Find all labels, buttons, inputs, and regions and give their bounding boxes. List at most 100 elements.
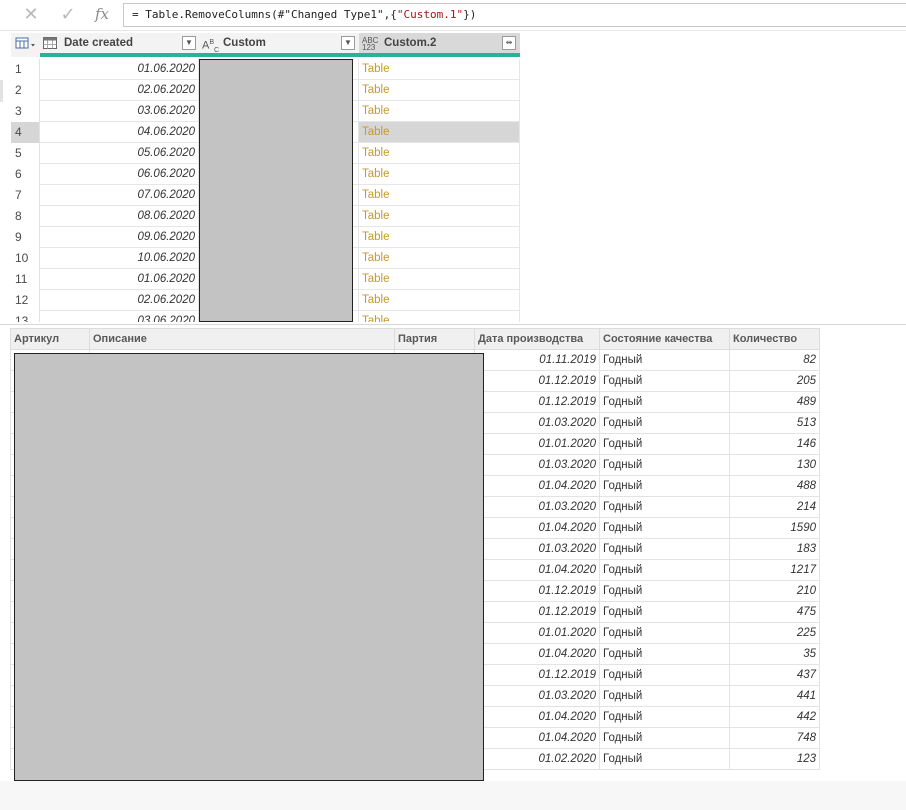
production-date-cell[interactable]: 01.01.2020 — [475, 434, 600, 455]
quantity-cell[interactable]: 225 — [730, 623, 820, 644]
column-filter-button[interactable]: ▼ — [341, 36, 355, 50]
table-link-cell[interactable]: Table — [359, 122, 520, 143]
quality-status-cell[interactable]: Годный — [600, 350, 730, 371]
quantity-cell[interactable]: 82 — [730, 350, 820, 371]
quantity-cell[interactable]: 748 — [730, 728, 820, 749]
quantity-cell[interactable]: 183 — [730, 539, 820, 560]
table-link-cell[interactable]: Table — [359, 311, 520, 322]
quality-status-cell[interactable]: Годный — [600, 539, 730, 560]
quantity-cell[interactable]: 205 — [730, 371, 820, 392]
production-date-cell[interactable]: 01.04.2020 — [475, 476, 600, 497]
production-date-cell[interactable]: 01.12.2019 — [475, 581, 600, 602]
quantity-cell[interactable]: 489 — [730, 392, 820, 413]
quality-status-cell[interactable]: Годный — [600, 686, 730, 707]
header-batch[interactable]: Партия — [395, 328, 475, 350]
date-created-cell[interactable]: 07.06.2020 — [40, 185, 199, 206]
quantity-cell[interactable]: 130 — [730, 455, 820, 476]
quality-status-cell[interactable]: Годный — [600, 665, 730, 686]
date-created-cell[interactable]: 01.06.2020 — [40, 269, 199, 290]
quality-status-cell[interactable]: Годный — [600, 623, 730, 644]
date-created-cell[interactable]: 03.06.2020 — [40, 101, 199, 122]
date-created-cell[interactable]: 02.06.2020 — [40, 80, 199, 101]
header-article[interactable]: Артикул — [10, 328, 90, 350]
pane-separator[interactable] — [0, 324, 906, 325]
row-number[interactable]: 9 — [11, 227, 40, 248]
column-filter-button[interactable]: ▼ — [182, 36, 196, 50]
date-created-cell[interactable]: 09.06.2020 — [40, 227, 199, 248]
header-quality-status[interactable]: Состояние качества — [600, 328, 730, 350]
quality-status-cell[interactable]: Годный — [600, 392, 730, 413]
table-link-cell[interactable]: Table — [359, 164, 520, 185]
table-link-cell[interactable]: Table — [359, 101, 520, 122]
production-date-cell[interactable]: 01.03.2020 — [475, 539, 600, 560]
table-link-cell[interactable]: Table — [359, 227, 520, 248]
checkmark-icon[interactable]: ✓ — [57, 4, 79, 24]
row-number[interactable]: 4 — [11, 122, 40, 143]
date-created-cell[interactable]: 03.06.2020 — [40, 311, 199, 322]
quantity-cell[interactable]: 1590 — [730, 518, 820, 539]
production-date-cell[interactable]: 01.12.2019 — [475, 602, 600, 623]
column-header-custom-2[interactable]: ABC 123 Custom.2 ⇹ — [359, 33, 520, 57]
date-created-cell[interactable]: 02.06.2020 — [40, 290, 199, 311]
row-number[interactable]: 10 — [11, 248, 40, 269]
date-created-cell[interactable]: 04.06.2020 — [40, 122, 199, 143]
row-number[interactable]: 3 — [11, 101, 40, 122]
quality-status-cell[interactable]: Годный — [600, 371, 730, 392]
row-number[interactable]: 6 — [11, 164, 40, 185]
quantity-cell[interactable]: 437 — [730, 665, 820, 686]
quality-status-cell[interactable]: Годный — [600, 434, 730, 455]
expand-column-button[interactable]: ⇹ — [502, 36, 516, 50]
row-number[interactable]: 7 — [11, 185, 40, 206]
quality-status-cell[interactable]: Годный — [600, 707, 730, 728]
quantity-cell[interactable]: 146 — [730, 434, 820, 455]
quality-status-cell[interactable]: Годный — [600, 581, 730, 602]
production-date-cell[interactable]: 01.03.2020 — [475, 413, 600, 434]
date-created-cell[interactable]: 10.06.2020 — [40, 248, 199, 269]
column-header-custom[interactable]: ABC Custom ▼ — [199, 33, 359, 57]
production-date-cell[interactable]: 01.04.2020 — [475, 560, 600, 581]
queries-pane-edge[interactable] — [0, 80, 3, 102]
quantity-cell[interactable]: 214 — [730, 497, 820, 518]
header-description[interactable]: Описание — [90, 328, 395, 350]
table-link-cell[interactable]: Table — [359, 206, 520, 227]
quantity-cell[interactable]: 35 — [730, 644, 820, 665]
table-menu-button[interactable] — [11, 33, 40, 57]
row-number[interactable]: 1 — [11, 59, 40, 80]
date-created-cell[interactable]: 01.06.2020 — [40, 59, 199, 80]
production-date-cell[interactable]: 01.12.2019 — [475, 665, 600, 686]
quality-status-cell[interactable]: Годный — [600, 455, 730, 476]
formula-input[interactable]: = Table.RemoveColumns(#"Changed Type1",{… — [123, 3, 906, 27]
quantity-cell[interactable]: 442 — [730, 707, 820, 728]
production-date-cell[interactable]: 01.04.2020 — [475, 707, 600, 728]
production-date-cell[interactable]: 01.03.2020 — [475, 686, 600, 707]
quality-status-cell[interactable]: Годный — [600, 728, 730, 749]
row-number[interactable]: 12 — [11, 290, 40, 311]
quantity-cell[interactable]: 210 — [730, 581, 820, 602]
quality-status-cell[interactable]: Годный — [600, 602, 730, 623]
quantity-cell[interactable]: 1217 — [730, 560, 820, 581]
quality-status-cell[interactable]: Годный — [600, 497, 730, 518]
table-link-cell[interactable]: Table — [359, 143, 520, 164]
production-date-cell[interactable]: 01.02.2020 — [475, 749, 600, 770]
fx-icon[interactable]: fx — [91, 4, 113, 24]
table-link-cell[interactable]: Table — [359, 185, 520, 206]
quantity-cell[interactable]: 441 — [730, 686, 820, 707]
date-created-cell[interactable]: 06.06.2020 — [40, 164, 199, 185]
quantity-cell[interactable]: 488 — [730, 476, 820, 497]
column-header-date-created[interactable]: Date created ▼ — [40, 33, 199, 57]
production-date-cell[interactable]: 01.11.2019 — [475, 350, 600, 371]
row-number[interactable]: 2 — [11, 80, 40, 101]
quality-status-cell[interactable]: Годный — [600, 560, 730, 581]
row-number[interactable]: 5 — [11, 143, 40, 164]
quantity-cell[interactable]: 123 — [730, 749, 820, 770]
quality-status-cell[interactable]: Годный — [600, 476, 730, 497]
table-link-cell[interactable]: Table — [359, 80, 520, 101]
quality-status-cell[interactable]: Годный — [600, 644, 730, 665]
production-date-cell[interactable]: 01.01.2020 — [475, 623, 600, 644]
table-link-cell[interactable]: Table — [359, 59, 520, 80]
production-date-cell[interactable]: 01.04.2020 — [475, 644, 600, 665]
production-date-cell[interactable]: 01.12.2019 — [475, 371, 600, 392]
row-number[interactable]: 13 — [11, 311, 40, 322]
cancel-icon[interactable]: ✕ — [20, 4, 42, 24]
table-link-cell[interactable]: Table — [359, 290, 520, 311]
